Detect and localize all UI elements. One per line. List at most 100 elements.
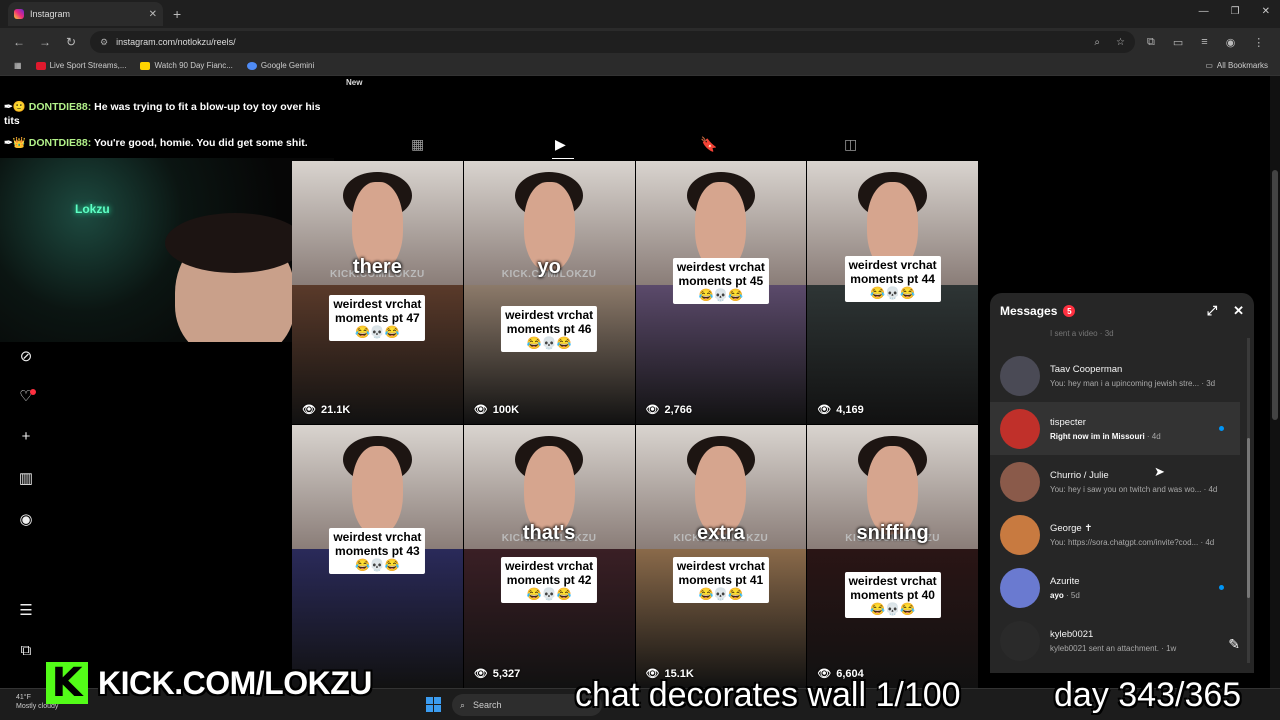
reel-subtitle-word: that's (522, 522, 576, 545)
reel-thumbnail[interactable]: KICK.COM/LOKZU yo weirdest vrchat moments p… (463, 161, 635, 424)
page-scrollbar-thumb[interactable] (1272, 170, 1278, 420)
thread-time: · 1w (1158, 643, 1177, 653)
restore-icon[interactable]: ❐ (1231, 6, 1240, 17)
reel-thumbnail[interactable]: KICK.COM/LOKZU there weirdest vrchat moment… (292, 161, 463, 424)
thread-name: tispecter (1050, 416, 1086, 428)
notification-dot (30, 389, 36, 395)
caption-line: moments pt 42 (506, 572, 592, 587)
message-thread[interactable]: Azurite ayo · 5d (990, 561, 1240, 614)
reel-thumbnail[interactable]: KICK.COM/LOKZU sniffing weirdest vrchat mom… (807, 425, 978, 688)
reload-icon[interactable]: ↻ (64, 35, 78, 49)
profile-avatar-icon[interactable]: ◉ (1226, 36, 1236, 49)
caption-emoji: 😂💀😂 (698, 586, 744, 601)
page-scrollbar[interactable] (1270, 76, 1280, 688)
message-thread[interactable]: Taav Cooperman You: hey man i a upincomin… (990, 349, 1240, 402)
start-windows-icon[interactable] (426, 697, 441, 712)
close-icon[interactable]: ✕ (1233, 303, 1244, 319)
kick-logo-icon: K (46, 662, 88, 704)
threads-icon[interactable]: ◉ (16, 510, 36, 530)
reels-grid: KICK.COM/LOKZU there weirdest vrchat moment… (292, 161, 978, 688)
reel-caption: weirdest vrchat moments pt 46 😂💀😂 (501, 305, 598, 352)
site-info-icon[interactable]: ⚙ (100, 37, 108, 48)
active-tab-indicator (552, 158, 574, 159)
also-from-meta-icon[interactable]: ⧉ (16, 642, 36, 662)
bookmark-item-sports[interactable]: Live Sport Streams,... (35, 61, 126, 70)
bookmark-item-gemini[interactable]: Google Gemini (246, 61, 314, 70)
new-highlight-label[interactable]: New (346, 78, 362, 87)
url-field[interactable]: ⚙ instagram.com/notlokzu/reels/ ⌕ ☆ (90, 31, 1135, 53)
instagram-favicon-icon (14, 9, 24, 19)
create-plus-icon[interactable]: + (16, 428, 36, 448)
unread-dot (1219, 426, 1224, 431)
back-icon[interactable]: ← (12, 35, 26, 49)
apps-grid-icon[interactable]: ▦ (14, 61, 22, 70)
reel-caption: weirdest vrchat moments pt 41 😂💀😂 (672, 556, 769, 603)
close-window-icon[interactable]: ✕ (1262, 6, 1270, 17)
thread-name: kyleb0021 (1050, 628, 1094, 640)
reel-thumbnail[interactable]: KICK.COM/LOKZUweirdest vrchatmoments pt … (807, 161, 978, 424)
messages-scrollbar[interactable] (1247, 338, 1250, 663)
explore-icon[interactable]: ⊘ (16, 347, 36, 367)
media-icon[interactable]: ≡ (1201, 36, 1207, 49)
thread-time: · 3d (1199, 378, 1216, 388)
thread-preview: ayo · 5d (1050, 591, 1230, 600)
bookmark-star-icon[interactable]: ☆ (1116, 37, 1125, 48)
reel-thumbnail[interactable]: KICK.COM/LOKZU extra weirdest vrchat moment… (635, 425, 807, 688)
expand-icon[interactable]: ⤢ (1207, 303, 1217, 319)
eye-icon: 👁 (645, 404, 660, 416)
reel-thumbnail[interactable]: KICK.COM/LOKZU that's weirdest vrchat momen… (463, 425, 635, 688)
messages-header: Messages 5 ⤢ ✕ (990, 293, 1254, 329)
message-thread[interactable]: George ✝ You: https://sora.chatgpt.com/in… (990, 508, 1240, 561)
view-count: 4,169 (836, 403, 864, 416)
forward-icon[interactable]: → (38, 35, 52, 49)
thread-preview-text: You: https://sora.chatgpt.com/invite?cod… (1050, 537, 1199, 547)
caption-emoji: 😂💀😂 (870, 285, 916, 300)
tab-posts-grid-icon[interactable]: ▦ (411, 136, 424, 153)
folder-icon: ▭ (1205, 61, 1213, 70)
address-toolbar: ← → ↻ ⚙ instagram.com/notlokzu/reels/ ⌕ … (0, 28, 1280, 56)
dashboard-icon[interactable]: ▥ (16, 469, 36, 489)
message-thread[interactable]: tispecter Right now im in Missouri · 4d (990, 402, 1240, 455)
more-menu-icon[interactable]: ☰ (16, 601, 36, 621)
cast-icon[interactable]: ▭ (1173, 36, 1183, 49)
thread-preview-text: You: hey man i a upincoming jewish stre.… (1050, 378, 1200, 388)
chat-username: DONTDIE88: (28, 137, 92, 149)
message-thread[interactable]: kyleb0021 kyleb0021 sent an attachment. ·… (990, 614, 1240, 667)
eye-icon: 👁 (473, 404, 488, 416)
webcam-overlay: Lokzu (0, 158, 334, 342)
avatar (1000, 355, 1040, 396)
kick-logo-overlay: K KICK.COM/LOKZU (46, 660, 372, 706)
message-thread[interactable]: Churrio / Julie You: hey i saw you on twi… (990, 455, 1240, 508)
reel-subtitle-word: sniffing (856, 522, 929, 545)
tab-saved-icon[interactable]: 🔖 (700, 136, 717, 153)
reel-thumbnail[interactable]: KICK.COM/LOKZUweirdest vrchatmoments pt … (635, 161, 807, 424)
chat-username: DONTDIE88: (28, 101, 92, 113)
mouse-cursor-icon: ➤ (1154, 464, 1165, 479)
all-bookmarks-button[interactable]: ▭ All Bookmarks (1205, 61, 1268, 70)
scrollbar-thumb[interactable] (1247, 438, 1250, 598)
menu-kebab-icon[interactable]: ⋮ (1253, 36, 1264, 49)
bookmark-item-90day[interactable]: Watch 90 Day Fianc... (140, 61, 233, 70)
close-tab-icon[interactable]: ✕ (149, 9, 157, 20)
zoom-icon[interactable]: ⌕ (1094, 37, 1100, 48)
thread-time: · 4d (1201, 484, 1218, 494)
chat-message: ✒👑 DONTDIE88: You're good, homie. You di… (4, 136, 334, 150)
new-tab-button[interactable]: + (173, 6, 181, 22)
search-label: Search (473, 700, 502, 710)
unread-dot (1219, 585, 1224, 590)
tab-reels-icon[interactable]: ▶ (555, 136, 566, 153)
caption-line: weirdest vrchat (505, 558, 594, 573)
thread-time: · 5d (1063, 590, 1080, 600)
reel-thumbnail[interactable]: KICK.COM/LOKZUweirdest vrchatmoments pt … (292, 425, 463, 688)
thread-preview-text: kyleb0021 sent an attachment. (1050, 643, 1159, 653)
minimize-icon[interactable]: — (1199, 6, 1209, 17)
caption-line: weirdest vrchat (848, 574, 937, 589)
chat-text: You're good, homie. You did get some shi… (93, 137, 308, 149)
extensions-icon[interactable]: ⧉ (1147, 36, 1155, 49)
view-count: 5,327 (492, 667, 521, 680)
tab-tagged-icon[interactable]: ◫ (844, 136, 857, 153)
tab-instagram[interactable]: Instagram ✕ (8, 2, 163, 26)
compose-message-icon[interactable]: ✎ (1228, 636, 1240, 653)
caption-line: weirdest vrchat (333, 529, 422, 544)
thread-preview: Right now im in Missouri · 4d (1050, 432, 1230, 441)
